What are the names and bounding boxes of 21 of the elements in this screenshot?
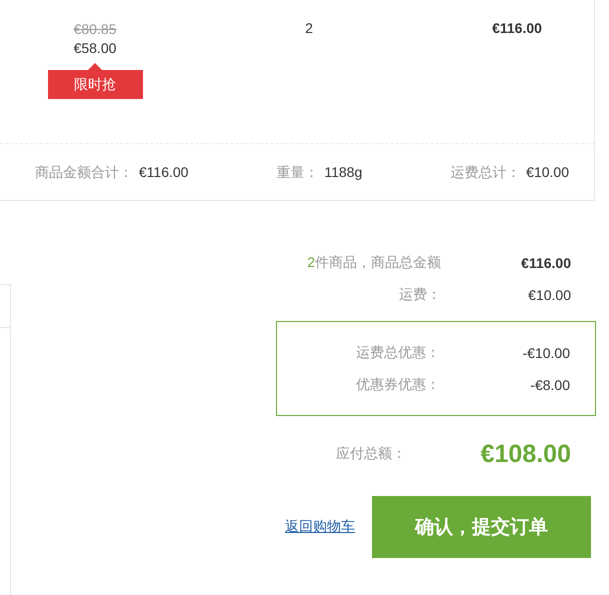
total-label: 商品金额合计：: [35, 164, 133, 180]
back-to-cart-link[interactable]: 返回购物车: [285, 518, 355, 536]
total-label: 运费总计：: [450, 164, 520, 180]
price: €58.00: [74, 39, 116, 58]
goods-total: €116.00: [520, 255, 571, 271]
total-value: €10.00: [526, 164, 569, 180]
item-subtotal: €116.00: [492, 20, 542, 36]
total-value: €116.00: [138, 164, 188, 180]
goods-count-label: 2件商品，商品总金额: [307, 254, 441, 272]
payable-label: 应付总额：: [336, 445, 406, 463]
payable-amount: €108.00: [480, 440, 571, 468]
shipping-value: €10.00: [527, 287, 571, 303]
discount-value: -€8.00: [529, 377, 570, 393]
discount-label: 运费总优惠：: [356, 344, 440, 362]
discount-label: 优惠券优惠：: [356, 376, 440, 394]
original-price: €80.85: [74, 20, 116, 38]
shipping-label: 运费：: [399, 286, 441, 304]
total-label: 重量：: [276, 164, 318, 180]
quantity: 2: [305, 20, 313, 36]
total-value: 1188g: [324, 164, 362, 180]
discount-value: -€10.00: [522, 345, 570, 361]
